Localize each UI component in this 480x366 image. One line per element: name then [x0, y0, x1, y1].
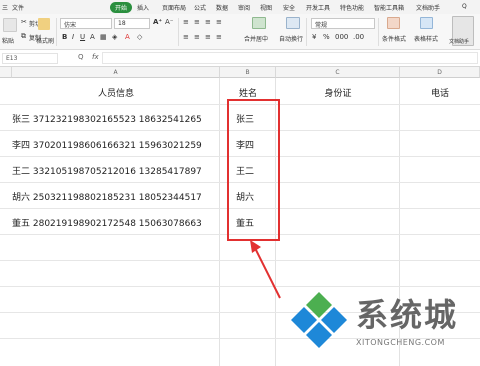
- tab-developer[interactable]: 开发工具: [306, 3, 330, 12]
- tab-security[interactable]: 安全: [283, 3, 295, 12]
- align-center-icon[interactable]: ≡: [194, 18, 200, 26]
- table-cell-info[interactable]: 董五 280219198902172548 15063078663: [12, 216, 202, 229]
- distributed-icon[interactable]: ≡: [216, 33, 222, 41]
- tab-home[interactable]: 开始: [110, 2, 133, 13]
- select-all-corner[interactable]: [0, 67, 12, 78]
- tab-formulas[interactable]: 公式: [194, 3, 206, 12]
- watermark-url: XITONGCHENG.COM: [356, 338, 445, 347]
- table-cell-info[interactable]: 李四 370201198606166321 15963021259: [12, 138, 202, 151]
- doc-helper-button[interactable]: 文档助手: [449, 38, 469, 45]
- menu-file[interactable]: 文件: [12, 3, 24, 12]
- header-cell-name[interactable]: 姓名: [220, 86, 276, 99]
- ribbon-divider: [178, 18, 179, 46]
- number-format-select[interactable]: 常规: [311, 18, 375, 29]
- clear-icon[interactable]: ◇: [137, 33, 142, 41]
- shrink-font-icon[interactable]: A⁻: [165, 18, 173, 26]
- conditional-format-icon[interactable]: [387, 17, 400, 29]
- search-icon[interactable]: Q: [462, 3, 467, 10]
- tab-smart-tools[interactable]: 智能工具箱: [374, 3, 404, 12]
- watermark-diamond-icon: [291, 292, 347, 348]
- thousands-icon[interactable]: 000: [335, 33, 348, 41]
- italic-icon[interactable]: I: [72, 33, 74, 41]
- header-cell-id[interactable]: 身份证: [276, 86, 400, 99]
- tab-page-layout[interactable]: 页面布局: [162, 3, 186, 12]
- header-cell-info[interactable]: 人员信息: [12, 86, 220, 99]
- align-right-icon[interactable]: ≡: [205, 18, 211, 26]
- fill-color-icon[interactable]: ◈: [112, 33, 117, 41]
- strikethrough-icon[interactable]: A: [90, 33, 95, 41]
- align-top-icon[interactable]: ≡: [183, 33, 189, 41]
- align-left-icon[interactable]: ≡: [183, 18, 189, 26]
- grow-font-icon[interactable]: A⁺: [153, 18, 162, 26]
- column-header-b[interactable]: B: [220, 67, 276, 78]
- tab-view[interactable]: 视图: [260, 3, 272, 12]
- bold-icon[interactable]: B: [62, 33, 67, 41]
- format-painter-icon[interactable]: [38, 18, 50, 30]
- wrap-text-button[interactable]: 自动换行: [279, 34, 303, 43]
- table-cell-info[interactable]: 胡六 250321198802185231 18052344517: [12, 190, 202, 203]
- watermark-logo: 系统城 XITONGCHENG.COM: [286, 286, 480, 366]
- font-size-select[interactable]: 18: [114, 18, 150, 29]
- copy-icon[interactable]: ⧉: [21, 32, 26, 41]
- table-cell-info[interactable]: 张三 371232198302165523 18632541265: [12, 112, 202, 125]
- wrap-text-icon[interactable]: [286, 17, 300, 29]
- annotation-arrow-icon: [250, 240, 281, 299]
- decimal-icon[interactable]: .00: [353, 33, 364, 41]
- cut-icon[interactable]: ✂: [21, 18, 27, 26]
- paste-label: 粘贴: [2, 38, 15, 45]
- ribbon-divider: [306, 18, 307, 46]
- paste-icon[interactable]: [3, 18, 17, 32]
- font-color-icon[interactable]: A: [125, 33, 130, 41]
- column-header-d[interactable]: D: [400, 67, 480, 78]
- name-box[interactable]: E13: [2, 53, 58, 64]
- ribbon-toolbar: 粘贴 ✂ 剪切 ⧉ 复制 格式刷 仿宋 18 A⁺ A⁻ B I U A ▦ ◈…: [0, 14, 480, 50]
- ribbon-divider: [378, 18, 379, 46]
- ribbon-divider: [56, 18, 57, 46]
- formula-bar: E13 Q fx: [0, 50, 480, 67]
- gridline: [219, 78, 220, 366]
- tab-insert[interactable]: 插入: [137, 3, 149, 12]
- conditional-format-button[interactable]: 条件格式: [382, 34, 406, 43]
- percent-icon[interactable]: %: [323, 33, 330, 41]
- tab-data[interactable]: 数据: [216, 3, 228, 12]
- merge-center-icon[interactable]: [252, 17, 266, 29]
- fx-icon[interactable]: fx: [92, 53, 99, 61]
- highlight-box: [227, 99, 280, 241]
- watermark-title: 系统城: [356, 296, 459, 334]
- font-name-select[interactable]: 仿宋: [60, 18, 112, 29]
- header-cell-phone[interactable]: 电话: [400, 86, 480, 99]
- menu-bar: 三 文件 开始 插入 页面布局 公式 数据 审阅 视图 安全 开发工具 特色功能…: [0, 0, 480, 14]
- column-header-c[interactable]: C: [276, 67, 400, 78]
- column-header-a[interactable]: A: [12, 67, 220, 78]
- underline-icon[interactable]: U: [80, 33, 85, 41]
- tab-review[interactable]: 审阅: [238, 3, 250, 12]
- justify-icon[interactable]: ≡: [216, 18, 222, 26]
- tab-features[interactable]: 特色功能: [340, 3, 364, 12]
- app-menu-icon[interactable]: 三: [2, 3, 8, 12]
- table-style-icon[interactable]: [420, 17, 433, 29]
- formula-input[interactable]: [102, 52, 478, 64]
- currency-icon[interactable]: ¥: [312, 33, 316, 41]
- align-middle-icon[interactable]: ≡: [194, 33, 200, 41]
- align-bottom-icon[interactable]: ≡: [205, 33, 211, 41]
- border-icon[interactable]: ▦: [100, 33, 107, 41]
- gridline: [0, 260, 480, 261]
- tab-doc-helper[interactable]: 文档助手: [416, 3, 440, 12]
- merge-center-button[interactable]: 合并居中: [244, 34, 268, 43]
- format-painter-button[interactable]: 格式刷: [36, 36, 54, 45]
- table-cell-info[interactable]: 王二 332105198705212016 13285417897: [12, 164, 202, 177]
- table-style-button[interactable]: 表格样式: [414, 34, 438, 43]
- zoom-icon[interactable]: Q: [78, 53, 84, 61]
